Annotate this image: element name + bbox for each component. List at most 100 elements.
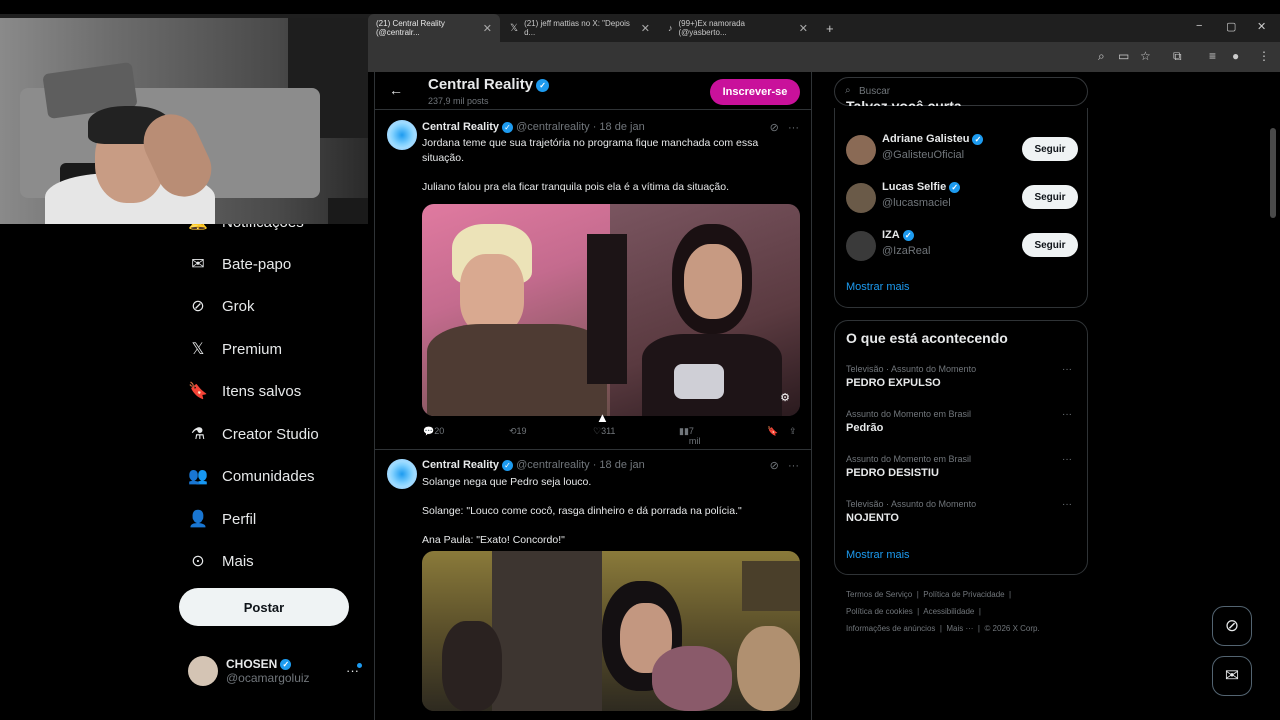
grok-icon[interactable]: ⊘ bbox=[770, 122, 779, 134]
scrollbar-thumb[interactable] bbox=[1270, 128, 1276, 218]
trend-context: Televisão · Assunto do Momento bbox=[846, 499, 977, 509]
profile-icon[interactable]: ● bbox=[1232, 49, 1239, 63]
more-icon[interactable]: ··· bbox=[788, 460, 799, 472]
x-logo-icon: 𝕏 bbox=[510, 22, 519, 34]
reply-button[interactable]: 💬 20 bbox=[423, 426, 444, 437]
follow-suggestion[interactable]: IZA ✓ @IzaReal Seguir bbox=[846, 229, 1078, 265]
scrollbar[interactable] bbox=[1270, 78, 1276, 698]
post-button[interactable]: Postar bbox=[179, 588, 349, 626]
views-button[interactable]: ▮▮ 7 mil bbox=[679, 426, 700, 446]
content-disclosure-icon[interactable]: ⚙ bbox=[780, 391, 790, 404]
plus-icon: + bbox=[826, 20, 834, 36]
sidebar-item-comunidades[interactable]: 👥 Comunidades bbox=[188, 466, 315, 486]
trend-topic: NOJENTO bbox=[846, 512, 899, 524]
sidebar-item-perfil[interactable]: 👤 Perfil bbox=[188, 509, 256, 529]
follow-button[interactable]: Seguir bbox=[1022, 185, 1078, 209]
footer-link[interactable]: Informações de anúncios bbox=[846, 624, 935, 633]
tweet-media-image[interactable]: ⚙ bbox=[422, 204, 800, 416]
more-icon[interactable]: ··· bbox=[1062, 409, 1072, 420]
tweet[interactable]: Central Reality ✓ @centralreality · 18 de… bbox=[375, 450, 811, 720]
follow-suggestion[interactable]: Adriane Galisteu ✓ @GalisteuOficial Segui… bbox=[846, 133, 1078, 169]
sidebar-item-creator-studio[interactable]: ⚗ Creator Studio bbox=[188, 424, 319, 444]
grok-fab-button[interactable]: ⊘ bbox=[1212, 606, 1252, 646]
back-arrow-icon[interactable]: ← bbox=[389, 82, 403, 98]
follow-button[interactable]: Seguir bbox=[1022, 233, 1078, 257]
sidebar-item-premium[interactable]: 𝕏 Premium bbox=[188, 339, 282, 359]
close-window-button[interactable]: ✕ bbox=[1257, 20, 1266, 33]
trend-item[interactable]: Televisão · Assunto do Momento NOJENTO ·… bbox=[846, 499, 1078, 533]
more-icon[interactable]: ··· bbox=[1062, 499, 1072, 510]
tweet-author[interactable]: Central Reality bbox=[422, 121, 499, 133]
trend-item[interactable]: Televisão · Assunto do Momento PEDRO EXP… bbox=[846, 364, 1078, 398]
new-tab-button[interactable]: + bbox=[818, 14, 842, 42]
sidebar-item-itens-salvos[interactable]: 🔖 Itens salvos bbox=[188, 381, 301, 401]
share-icon[interactable]: ⇪ bbox=[789, 426, 797, 437]
person-icon: 👤 bbox=[188, 511, 208, 528]
tweet-date[interactable]: 18 de jan bbox=[599, 459, 644, 471]
follow-button[interactable]: Seguir bbox=[1022, 137, 1078, 161]
footer-link[interactable]: Termos de Serviço bbox=[846, 590, 912, 599]
repost-button[interactable]: ⟲ 19 bbox=[509, 426, 527, 437]
suggestion-name: Adriane Galisteu bbox=[882, 133, 970, 145]
sidebar-item-mais[interactable]: ⊙ Mais bbox=[188, 551, 253, 571]
account-switcher[interactable]: CHOSEN ✓ @ocamargoluiz bbox=[188, 656, 310, 686]
avatar[interactable] bbox=[846, 231, 876, 261]
avatar[interactable] bbox=[846, 183, 876, 213]
trend-item[interactable]: Assunto do Momento em Brasil Pedrão ··· bbox=[846, 409, 1078, 443]
zoom-icon[interactable]: ⌕ bbox=[1098, 49, 1105, 64]
close-tab-icon[interactable]: ✕ bbox=[483, 22, 492, 35]
tweet-author[interactable]: Central Reality bbox=[422, 459, 499, 471]
suggestion-handle: @lucasmaciel bbox=[882, 197, 951, 209]
extensions-icon[interactable]: ⧉ bbox=[1173, 49, 1182, 64]
tweet-handle[interactable]: @centralreality bbox=[516, 121, 590, 133]
sidebar-item-bate-papo[interactable]: ✉ Bate-papo bbox=[188, 254, 291, 274]
footer-link[interactable]: Mais ··· bbox=[946, 624, 973, 633]
footer-link[interactable]: Acessibilidade bbox=[923, 607, 974, 616]
more-icon[interactable]: ··· bbox=[1062, 364, 1072, 375]
browser-tab-jeff-mattias[interactable]: 𝕏 (21) jeff mattias no X: "Depois d... ✕ bbox=[502, 14, 658, 42]
view-count: 7 mil bbox=[688, 426, 701, 446]
like-button[interactable]: ♡ 311 bbox=[593, 426, 615, 437]
mouse-cursor-icon: ▲ bbox=[596, 410, 609, 425]
tweet[interactable]: Central Reality ✓ @centralreality · 18 de… bbox=[375, 110, 811, 450]
show-more-link[interactable]: Mostrar mais bbox=[846, 281, 910, 293]
bookmark-icon[interactable]: 🔖 bbox=[767, 426, 778, 437]
account-name: CHOSEN bbox=[226, 657, 278, 671]
close-tab-icon[interactable]: ✕ bbox=[799, 22, 808, 35]
trend-item[interactable]: Assunto do Momento em Brasil PEDRO DESIS… bbox=[846, 454, 1078, 488]
avatar[interactable] bbox=[387, 120, 417, 150]
grok-icon[interactable]: ⊘ bbox=[770, 460, 779, 472]
tweet-date[interactable]: 18 de jan bbox=[599, 121, 644, 133]
menu-icon[interactable]: ⋮ bbox=[1258, 49, 1270, 63]
follow-suggestion[interactable]: Lucas Selfie ✓ @lucasmaciel Seguir bbox=[846, 181, 1078, 217]
sidebar-item-grok[interactable]: ⊘ Grok bbox=[188, 296, 254, 316]
tweet-media-image[interactable] bbox=[422, 551, 800, 711]
footer-link[interactable]: Política de Privacidade bbox=[923, 590, 1004, 599]
subscribe-button[interactable]: Inscrever-se bbox=[710, 79, 800, 105]
tweet-handle[interactable]: @centralreality bbox=[516, 459, 590, 471]
more-icon[interactable]: ··· bbox=[1062, 454, 1072, 465]
media-icon[interactable]: ≡ bbox=[1209, 49, 1216, 63]
browser-tab-central-reality[interactable]: (21) Central Reality (@centralr... ✕ bbox=[368, 14, 500, 42]
minimize-button[interactable]: − bbox=[1196, 20, 1202, 32]
star-icon[interactable]: ☆ bbox=[1140, 49, 1151, 63]
cast-icon[interactable]: ▭ bbox=[1118, 49, 1129, 63]
browser-tab-ex-namorada[interactable]: ♪ (99+)Ex namorada (@yasberto... ✕ bbox=[660, 14, 816, 42]
footer-link[interactable]: Política de cookies bbox=[846, 607, 913, 616]
repost-count: 19 bbox=[516, 426, 527, 436]
tweet-icons: ⊘ ··· bbox=[770, 121, 799, 134]
grok-icon: ⊘ bbox=[1224, 616, 1240, 635]
mail-icon: ✉ bbox=[1224, 666, 1240, 685]
tiktok-icon: ♪ bbox=[668, 23, 673, 33]
tab-label: (21) jeff mattias no X: "Depois d... bbox=[524, 19, 630, 37]
close-tab-icon[interactable]: ✕ bbox=[641, 22, 650, 35]
more-icon[interactable]: ··· bbox=[788, 122, 799, 134]
maximize-button[interactable]: ▢ bbox=[1226, 20, 1236, 33]
more-circle-icon: ⊙ bbox=[191, 553, 205, 570]
verified-badge-icon: ✓ bbox=[949, 181, 961, 193]
trend-context: Televisão · Assunto do Momento bbox=[846, 364, 977, 374]
show-more-link[interactable]: Mostrar mais bbox=[846, 549, 910, 561]
avatar[interactable] bbox=[846, 135, 876, 165]
messages-fab-button[interactable]: ✉ bbox=[1212, 656, 1252, 696]
avatar[interactable] bbox=[387, 459, 417, 489]
